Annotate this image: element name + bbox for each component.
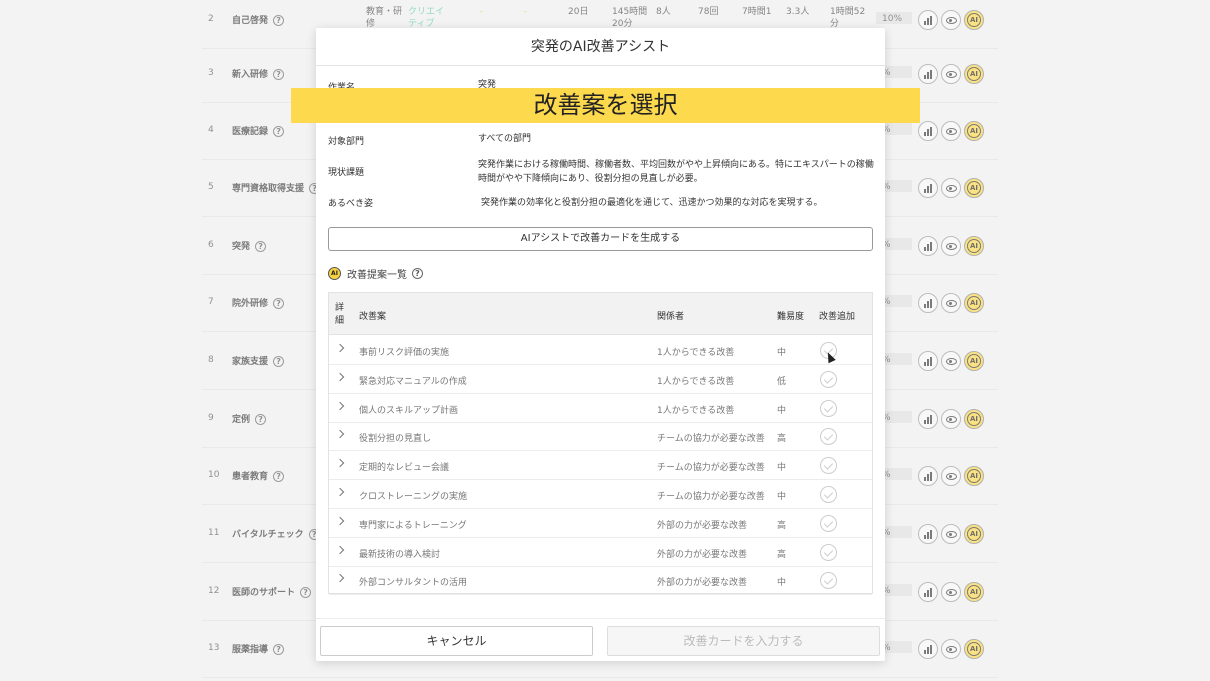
suggestion-related: 1人からできる改善 (657, 348, 735, 358)
field-label-issue: 現状課題 (328, 168, 365, 178)
suggestion-related: 外部の力が必要な改善 (657, 549, 748, 560)
suggestion-related: チームの協力が必要な改善 (657, 492, 765, 502)
suggestion-related: 1人からできる改善 (657, 405, 735, 416)
expand-chevron-icon[interactable] (335, 574, 345, 583)
suggestion-name: 緊急対応マニュアルの作成 (359, 376, 467, 387)
header-add: 改善追加 (819, 312, 856, 322)
suggestion-related: 外部の力が必要な改善 (657, 520, 748, 531)
field-label-goal: あるべき姿 (328, 199, 374, 209)
field-value-issue: 突発作業における稼働時間、稼働者数、平均回数がやや上昇傾向にある。特にエキスパー… (478, 160, 874, 184)
header-related: 関係者 (657, 312, 685, 322)
table-row[interactable]: 外部コンサルタントの活用 外部の力が必要な改善 中 (329, 566, 872, 596)
suggestion-related: チームの協力が必要な改善 (657, 463, 765, 474)
expand-chevron-icon[interactable] (335, 401, 345, 410)
table-row[interactable]: 個人のスキルアップ計画 1人からできる改善 中 (329, 394, 872, 423)
add-check-icon[interactable] (820, 428, 837, 446)
table-row[interactable]: 定期的なレビュー会議 チームの協力が必要な改善 中 (329, 451, 872, 481)
suggestion-list-title: 改善提案一覧 (347, 270, 407, 281)
expand-chevron-icon[interactable] (335, 487, 345, 497)
table-row[interactable]: 役割分担の見直し チームの協力が必要な改善 高 (329, 422, 872, 452)
suggestion-name: 定期的なレビュー会議 (359, 463, 450, 474)
ai-badge-icon: AI (328, 267, 341, 280)
expand-chevron-icon[interactable] (335, 458, 345, 468)
suggestion-related: チームの協力が必要な改善 (657, 434, 765, 445)
suggestion-name: 外部コンサルタントの活用 (359, 578, 468, 589)
field-value-goal: 突発作業の効率化と役割分担の最適化を通じて、迅速かつ効果的な対応を実現する。 (481, 198, 823, 208)
expand-chevron-icon[interactable] (335, 372, 345, 382)
suggestion-difficulty: 中 (777, 405, 787, 416)
expand-chevron-icon[interactable] (335, 430, 345, 439)
suggestion-difficulty: 中 (777, 492, 787, 502)
help-icon[interactable]: ? (412, 268, 423, 279)
suggestion-difficulty: 高 (777, 549, 787, 560)
suggestion-difficulty: 高 (777, 434, 787, 445)
suggestion-related: 外部の力が必要な改善 (657, 578, 748, 589)
modal-title: 突発のAI改善アシスト (316, 28, 885, 66)
suggestion-difficulty: 中 (777, 348, 787, 358)
suggestion-difficulty: 中 (777, 463, 787, 474)
suggestion-related: 1人からできる改善 (657, 376, 735, 387)
add-check-icon[interactable] (820, 486, 837, 503)
table-row[interactable]: 最新技術の導入検討 外部の力が必要な改善 高 (329, 538, 872, 567)
suggestion-difficulty: 高 (777, 520, 787, 531)
add-check-icon[interactable] (820, 399, 837, 417)
table-header: 詳細 改善案 関係者 難易度 改善追加 (329, 293, 872, 335)
step-banner: 改善案を選択 (291, 88, 920, 123)
suggestion-name: クロストレーニングの実施 (359, 492, 468, 502)
suggestion-name: 事前リスク評価の実施 (359, 348, 450, 358)
field-label-department: 対象部門 (328, 137, 365, 147)
table-row[interactable]: 緊急対応マニュアルの作成 1人からできる改善 低 (329, 365, 872, 394)
table-row[interactable]: 専門家によるトレーニング 外部の力が必要な改善 高 (329, 509, 872, 538)
header-detail: 詳細 (335, 303, 345, 326)
table-row[interactable]: 事前リスク評価の実施 1人からできる改善 中 (329, 336, 872, 365)
table-row[interactable]: クロストレーニングの実施 チームの協力が必要な改善 中 (329, 480, 872, 509)
suggestion-name: 個人のスキルアップ計画 (359, 405, 459, 416)
submit-cards-button[interactable]: 改善カードを入力する (607, 626, 880, 656)
header-difficulty: 難易度 (777, 312, 805, 322)
expand-chevron-icon[interactable] (335, 545, 345, 554)
suggestion-difficulty: 低 (777, 376, 787, 387)
footer-divider (316, 618, 885, 619)
suggestion-name: 役割分担の見直し (359, 434, 432, 445)
suggestion-difficulty: 中 (777, 578, 787, 589)
header-name: 改善案 (359, 312, 387, 322)
expand-chevron-icon[interactable] (335, 343, 345, 353)
suggestion-name: 専門家によるトレーニング (359, 520, 467, 531)
suggestion-name: 最新技術の導入検討 (359, 549, 441, 560)
cancel-button[interactable]: キャンセル (320, 626, 593, 656)
field-value-department: すべての部門 (478, 134, 532, 144)
add-check-icon[interactable] (820, 572, 837, 590)
add-check-icon[interactable] (820, 457, 837, 475)
suggestion-table: 詳細 改善案 関係者 難易度 改善追加 事前リスク評価の実施 1人からできる改善中… (328, 292, 873, 596)
expand-chevron-icon[interactable] (335, 516, 345, 526)
add-check-icon[interactable] (820, 514, 837, 532)
generate-cards-button[interactable]: AIアシストで改善カードを生成する (328, 227, 873, 251)
add-check-icon[interactable] (820, 370, 837, 388)
add-check-icon[interactable] (820, 543, 837, 561)
suggestion-list-header: AI 改善提案一覧 ? (328, 266, 423, 281)
